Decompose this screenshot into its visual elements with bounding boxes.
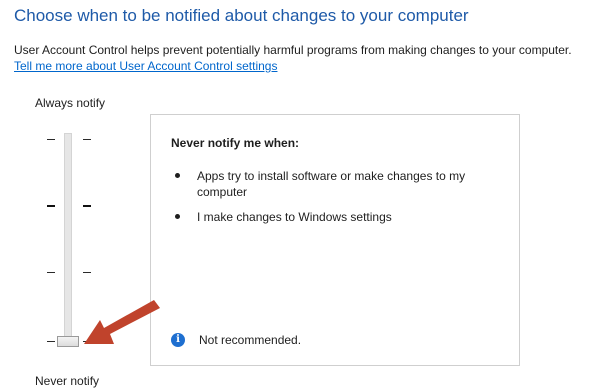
bullet-icon bbox=[175, 214, 180, 219]
recommendation-note: Not recommended. bbox=[199, 333, 302, 347]
list-item: Apps try to install software or make cha… bbox=[171, 168, 501, 202]
slider-tick-right bbox=[83, 139, 91, 140]
slider-bottom-label: Never notify bbox=[35, 374, 100, 388]
uac-description: User Account Control helps prevent poten… bbox=[14, 43, 572, 57]
list-item-text: I make changes to Windows settings bbox=[197, 210, 392, 224]
slider-tick-right bbox=[83, 205, 91, 207]
bullet-icon bbox=[175, 173, 180, 178]
red-arrow-icon bbox=[84, 300, 160, 344]
slider-tick-left bbox=[47, 272, 55, 273]
slider-thumb[interactable] bbox=[57, 336, 79, 347]
level-description-heading: Never notify me when: bbox=[171, 136, 300, 150]
slider-track[interactable] bbox=[64, 133, 72, 345]
slider-tick-left bbox=[47, 205, 55, 207]
slider-tick-left bbox=[47, 139, 55, 140]
slider-top-label: Always notify bbox=[35, 96, 106, 110]
slider-tick-left bbox=[47, 341, 55, 342]
level-description-box: Never notify me when: Apps try to instal… bbox=[150, 114, 520, 366]
uac-more-info-link[interactable]: Tell me more about User Account Control … bbox=[14, 59, 277, 73]
list-item: I make changes to Windows settings bbox=[171, 209, 501, 227]
info-icon: i bbox=[171, 333, 185, 347]
arrow-shape bbox=[84, 300, 160, 344]
slider-tick-right bbox=[83, 272, 91, 273]
list-item-text: Apps try to install software or make cha… bbox=[197, 169, 466, 199]
page-title: Choose when to be notified about changes… bbox=[14, 6, 469, 25]
